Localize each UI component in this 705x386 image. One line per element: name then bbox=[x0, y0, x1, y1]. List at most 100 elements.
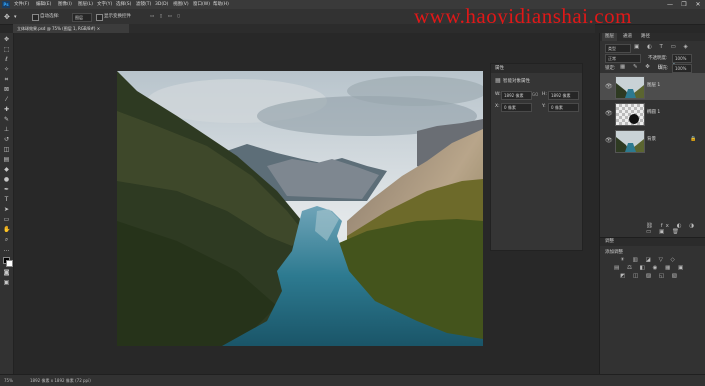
adjustments-header: 调整 bbox=[600, 238, 705, 246]
magic-wand-icon[interactable]: ✧ bbox=[3, 66, 10, 73]
menu-help[interactable]: 帮助(H) bbox=[213, 1, 229, 8]
link-icon[interactable]: GO bbox=[532, 92, 538, 97]
menu-file[interactable]: 文件(F) bbox=[14, 1, 29, 8]
adjustment-icons-row2[interactable]: ▤ ⚖ ◧ ◉ ▦ ▣ bbox=[614, 265, 686, 271]
move-icon[interactable]: ✥ bbox=[3, 36, 10, 43]
smart-object-icon: ▦ bbox=[495, 77, 501, 84]
tab-channels[interactable]: 通道 bbox=[620, 33, 635, 41]
screen-mode-icon[interactable]: ▣ bbox=[3, 279, 10, 286]
zoom-icon[interactable]: ⌕ bbox=[3, 236, 10, 243]
x-input[interactable]: 0 像素 bbox=[501, 103, 532, 112]
menu-layer[interactable]: 图层(L) bbox=[78, 1, 93, 8]
smart-object-section-label: 智能对象属性 bbox=[503, 79, 530, 84]
move-tool-icon[interactable]: ✥ bbox=[4, 13, 10, 21]
document-tab[interactable]: 立体球效果.psd @ 75% (图层 1, RGB/8#) × bbox=[13, 24, 129, 33]
brush-icon[interactable]: ✎ bbox=[3, 116, 10, 123]
quick-mask-icon[interactable]: ◙ bbox=[3, 269, 10, 276]
adjustments-panel: 调整 添加调整 ☀ ▥ ◪ ▽ ◇ ▤ ⚖ ◧ ◉ ▦ ▣ ◩ ◫ ▨ ◱ ▧ bbox=[600, 237, 705, 375]
layer-name[interactable]: 椭圆 1 bbox=[647, 109, 660, 115]
close-window-button[interactable]: ✕ bbox=[691, 0, 705, 9]
y-label: Y: bbox=[542, 104, 546, 109]
more-tools-icon[interactable]: … bbox=[3, 246, 10, 253]
canvas-image bbox=[117, 71, 483, 346]
lock-icon: 🔒 bbox=[690, 136, 697, 142]
layers-panel: 图层 通道 路径 类型 ▣ ◐ T ▭ ◈ 正常 不透明度: 100% 锁定: … bbox=[599, 33, 705, 375]
layer-filter-dropdown[interactable]: 类型 bbox=[605, 44, 631, 53]
ellipse-shape bbox=[629, 114, 639, 124]
show-transform-label: 显示变换控件 bbox=[104, 14, 131, 19]
height-label: H: bbox=[542, 92, 547, 97]
visibility-eye-icon[interactable]: 👁 bbox=[605, 110, 613, 117]
layer-row[interactable]: 👁 背景 🔒 bbox=[600, 127, 705, 154]
y-input[interactable]: 0 像素 bbox=[548, 103, 579, 112]
height-input[interactable]: 1892 像素 bbox=[548, 91, 579, 100]
layer-actions-icons[interactable]: ⛓ fx ◐ ◑ ▭ ▣ 🗑 bbox=[646, 223, 705, 235]
visibility-eye-icon[interactable]: 👁 bbox=[605, 83, 613, 90]
status-bar: 75% 1892 像素 x 1892 像素 (72 ppi) bbox=[0, 374, 705, 386]
width-label: W: bbox=[495, 92, 501, 97]
menu-window[interactable]: 窗口(W) bbox=[193, 1, 210, 8]
chevron-down-icon[interactable]: ▾ bbox=[14, 13, 17, 21]
zoom-level[interactable]: 75% bbox=[4, 375, 13, 386]
history-brush-icon[interactable]: ↺ bbox=[3, 136, 10, 143]
menu-filter[interactable]: 滤镜(T) bbox=[136, 1, 151, 8]
layer-thumbnail bbox=[615, 103, 645, 126]
tab-paths[interactable]: 路径 bbox=[638, 33, 653, 41]
path-select-icon[interactable]: ➤ bbox=[3, 206, 10, 213]
healing-icon[interactable]: ✚ bbox=[3, 106, 10, 113]
dodge-icon[interactable]: ● bbox=[3, 176, 10, 183]
add-adjustment-label: 添加调整 bbox=[605, 250, 623, 255]
frame-icon[interactable]: ⊠ bbox=[3, 86, 10, 93]
stamp-icon[interactable]: ⊥ bbox=[3, 126, 10, 133]
pen-icon[interactable]: ✒ bbox=[3, 186, 10, 193]
crop-icon[interactable]: ⌗ bbox=[3, 76, 10, 83]
blend-mode-dropdown[interactable]: 正常 bbox=[605, 54, 641, 63]
layer-row[interactable]: 👁 椭圆 1 bbox=[600, 100, 705, 127]
auto-select-checkbox[interactable] bbox=[32, 14, 39, 21]
document-info: 1892 像素 x 1892 像素 (72 ppi) bbox=[30, 378, 91, 383]
properties-panel: 属性 ▦ 智能对象属性 W: 1892 像素 GO H: 1892 像素 X: … bbox=[490, 63, 583, 251]
maximize-button[interactable]: ❐ bbox=[677, 0, 691, 9]
menu-select[interactable]: 选择(S) bbox=[116, 1, 131, 8]
tab-adjustments[interactable]: 调整 bbox=[602, 238, 617, 246]
align-icons[interactable]: ▭ ▯ ▭ ▯ bbox=[150, 13, 182, 21]
auto-select-dropdown[interactable]: 图层 bbox=[72, 13, 92, 22]
fill-label: 填充: bbox=[658, 66, 669, 71]
menu-view[interactable]: 视图(V) bbox=[173, 1, 189, 8]
rectangle-icon[interactable]: ▭ bbox=[3, 216, 10, 223]
opacity-input[interactable]: 100% bbox=[672, 54, 692, 63]
layer-name[interactable]: 背景 bbox=[647, 136, 656, 142]
eyedropper-icon[interactable]: ⁄ bbox=[3, 96, 10, 103]
tab-layers[interactable]: 图层 bbox=[602, 33, 617, 41]
show-transform-checkbox[interactable] bbox=[96, 14, 103, 21]
x-label: X: bbox=[495, 104, 500, 109]
blur-icon[interactable]: ◆ bbox=[3, 166, 10, 173]
minimize-button[interactable]: — bbox=[663, 0, 677, 9]
layer-thumbnail bbox=[615, 76, 645, 99]
menu-edit[interactable]: 编辑(E) bbox=[36, 1, 51, 8]
type-icon[interactable]: T bbox=[3, 196, 10, 203]
fill-input[interactable]: 100% bbox=[672, 64, 692, 73]
layer-thumbnail bbox=[615, 130, 645, 153]
layer-row-selected[interactable]: 👁 图层 1 bbox=[600, 73, 705, 100]
tools-panel: ✥ ⬚ ℓ ✧ ⌗ ⊠ ⁄ ✚ ✎ ⊥ ↺ ◫ ▤ ◆ ● ✒ T ➤ ▭ ✋ … bbox=[0, 33, 14, 374]
photoshop-logo-icon: Ps bbox=[2, 1, 10, 8]
filter-icons[interactable]: ▣ ◐ T ▭ ◈ bbox=[634, 44, 691, 50]
background-color-swatch[interactable] bbox=[6, 260, 13, 267]
visibility-eye-icon[interactable]: 👁 bbox=[605, 137, 613, 144]
lock-label: 锁定: bbox=[605, 66, 616, 71]
layer-name[interactable]: 图层 1 bbox=[647, 82, 660, 88]
eraser-icon[interactable]: ◫ bbox=[3, 146, 10, 153]
menu-3d[interactable]: 3D(D) bbox=[155, 1, 168, 8]
menu-image[interactable]: 图像(I) bbox=[58, 1, 72, 8]
gradient-icon[interactable]: ▤ bbox=[3, 156, 10, 163]
adjustment-icons-row3[interactable]: ◩ ◫ ▨ ◱ ▧ bbox=[620, 273, 680, 279]
menu-type[interactable]: 文字(Y) bbox=[97, 1, 112, 8]
adjustment-icons-row1[interactable]: ☀ ▥ ◪ ▽ ◇ bbox=[620, 257, 678, 263]
document-tab-bar: 立体球效果.psd @ 75% (图层 1, RGB/8#) × bbox=[13, 24, 595, 33]
width-input[interactable]: 1892 像素 bbox=[501, 91, 532, 100]
lasso-icon[interactable]: ℓ bbox=[3, 56, 10, 63]
hand-icon[interactable]: ✋ bbox=[3, 226, 10, 233]
panel-tab-bar: 图层 通道 路径 bbox=[600, 33, 705, 41]
marquee-icon[interactable]: ⬚ bbox=[3, 46, 10, 53]
